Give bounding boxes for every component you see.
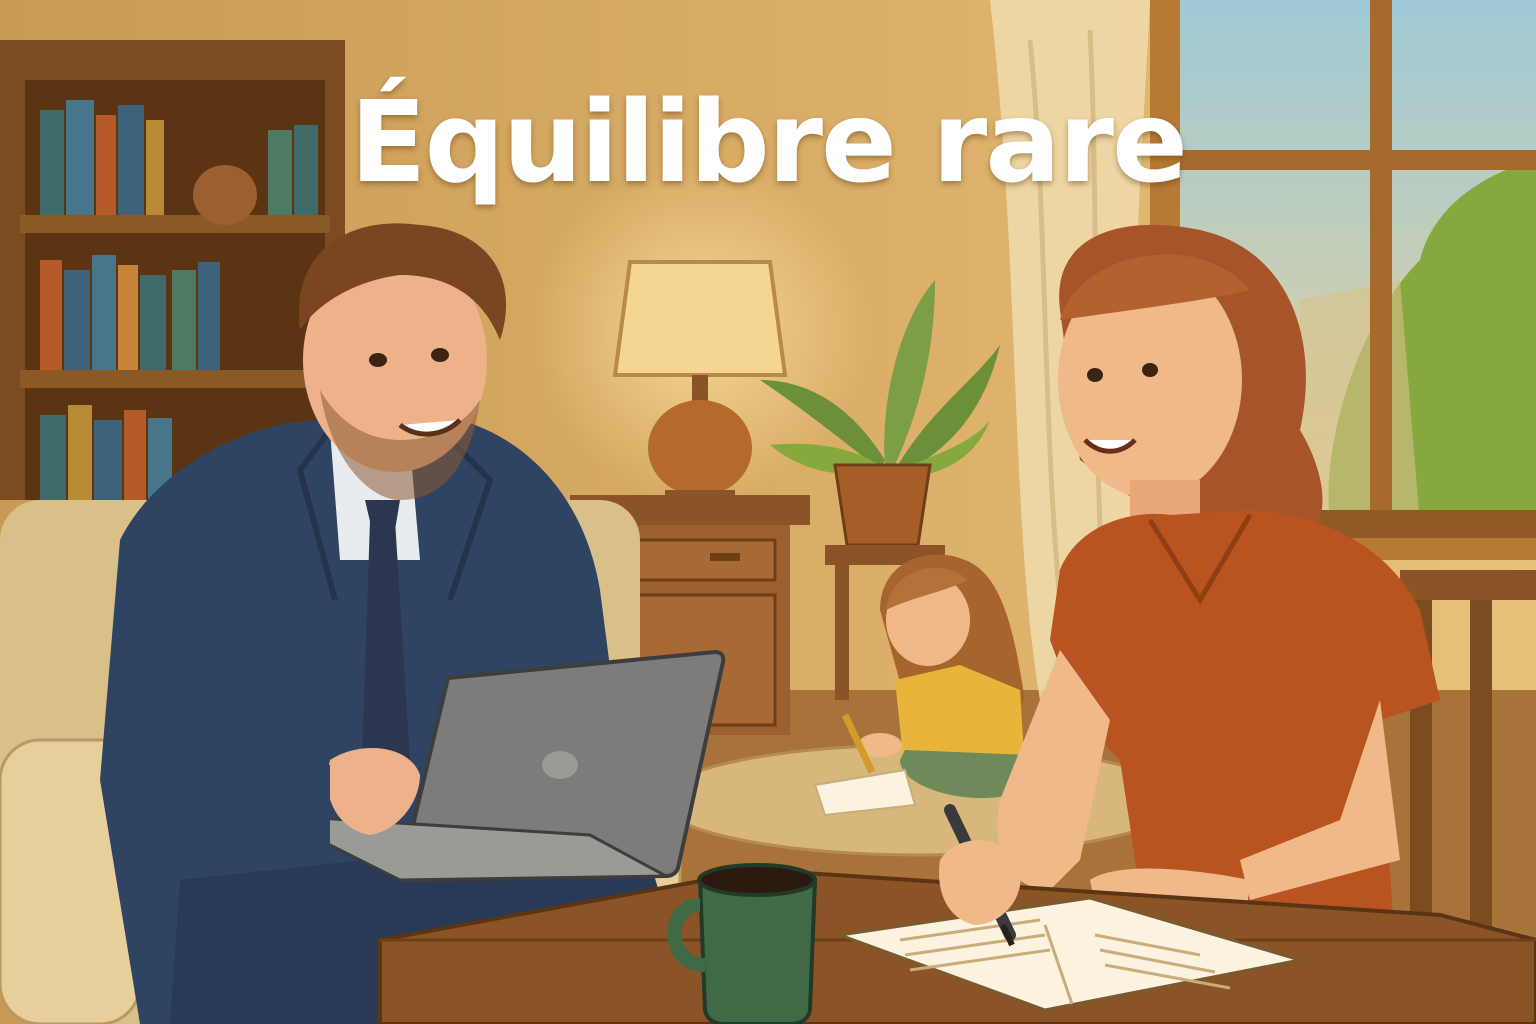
headline-title: Équilibre rare [350,78,1188,208]
illustration-scene: Équilibre rare [0,0,1536,1024]
